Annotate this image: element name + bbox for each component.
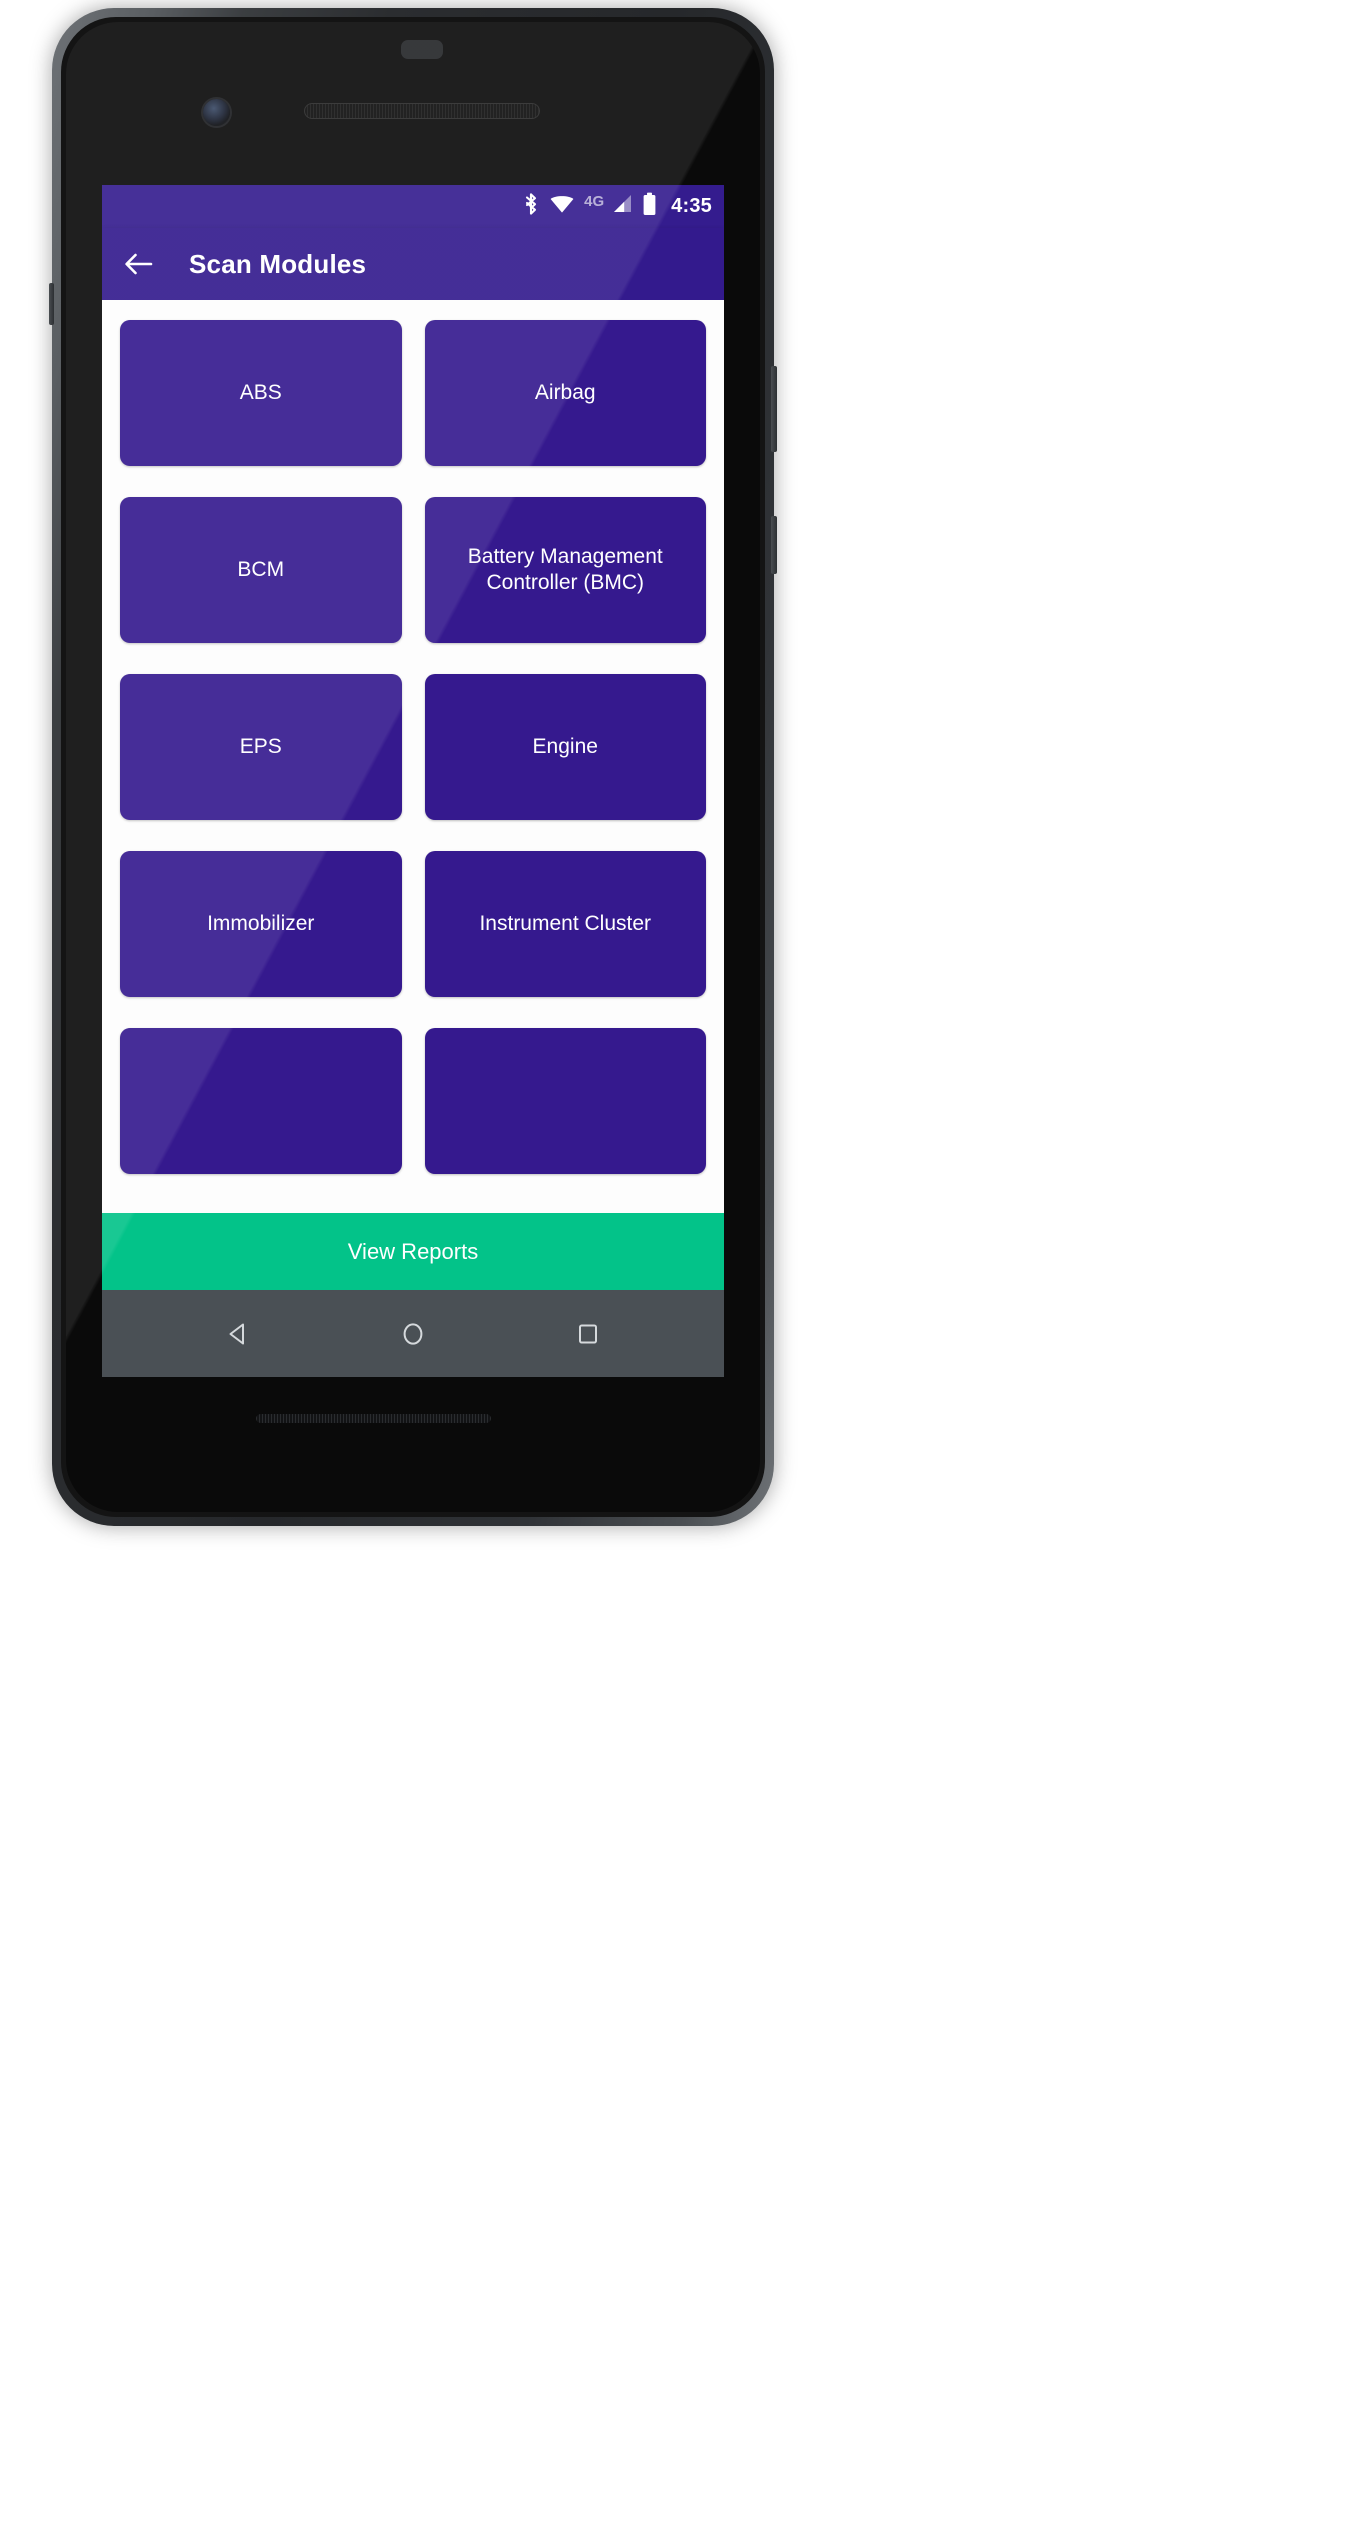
phone-glass: 4G 4:35 Scan Modules ABS Airbag BCM Batt… (66, 22, 760, 1512)
back-arrow-icon[interactable] (122, 247, 156, 281)
module-button-bcm[interactable]: BCM (120, 497, 402, 643)
view-reports-button[interactable]: View Reports (102, 1213, 724, 1290)
volume-button[interactable] (771, 516, 777, 574)
module-button-immobilizer[interactable]: Immobilizer (120, 851, 402, 997)
battery-icon (642, 192, 657, 221)
signal-icon (611, 193, 633, 220)
status-bar: 4G 4:35 (102, 185, 724, 228)
bluetooth-icon (522, 192, 540, 221)
left-side-accent (49, 283, 54, 325)
proximity-sensor-icon (401, 40, 443, 59)
module-button-airbag[interactable]: Airbag (424, 320, 706, 466)
wifi-icon (549, 193, 575, 220)
module-grid: ABS Airbag BCM Battery Management Contro… (120, 320, 706, 1174)
earpiece-speaker-icon (304, 103, 540, 119)
android-navigation-bar (102, 1290, 724, 1377)
module-button-bmc[interactable]: Battery Management Controller (BMC) (424, 497, 706, 643)
module-button-abs[interactable]: ABS (120, 320, 402, 466)
status-bar-icons: 4G 4:35 (522, 192, 712, 221)
nav-back-icon[interactable] (215, 1311, 261, 1357)
front-camera-icon (203, 99, 230, 126)
module-button-eps[interactable]: EPS (120, 674, 402, 820)
status-clock: 4:35 (671, 195, 712, 217)
module-button-next-right[interactable] (424, 1028, 706, 1174)
module-button-instrument-cluster[interactable]: Instrument Cluster (424, 851, 706, 997)
bottom-speaker-icon (256, 1414, 491, 1423)
nav-recents-icon[interactable] (565, 1311, 611, 1357)
module-button-next-left[interactable] (120, 1028, 402, 1174)
network-type-label: 4G (584, 193, 605, 210)
app-bar: Scan Modules (102, 228, 724, 300)
power-button[interactable] (771, 366, 777, 452)
phone-screen: 4G 4:35 Scan Modules ABS Airbag BCM Batt… (102, 185, 724, 1377)
module-grid-scroll[interactable]: ABS Airbag BCM Battery Management Contro… (102, 300, 724, 1213)
module-button-engine[interactable]: Engine (424, 674, 706, 820)
phone-device: 4G 4:35 Scan Modules ABS Airbag BCM Batt… (49, 8, 777, 1526)
page-title: Scan Modules (189, 248, 367, 279)
nav-home-icon[interactable] (390, 1311, 436, 1357)
